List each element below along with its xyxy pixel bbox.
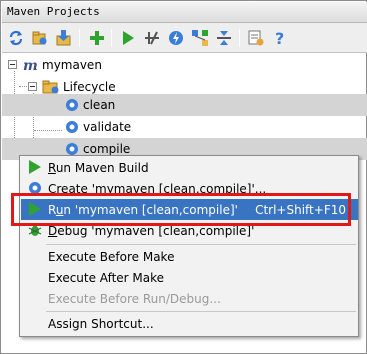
generate-sources-icon (32, 31, 47, 45)
menu-item-label: Execute Before Make (48, 250, 175, 264)
run-icon (123, 31, 134, 45)
gear-icon (66, 121, 78, 133)
menu-item-assign-shortcut[interactable]: Assign Shortcut... (21, 313, 358, 334)
menu-item-label: Assign Shortcut... (48, 317, 154, 331)
settings-icon (248, 30, 264, 46)
tree-node-project[interactable]: m mymaven (2, 54, 367, 76)
tree-node-goal[interactable]: clean (2, 94, 367, 116)
show-dependencies-button[interactable] (189, 27, 211, 49)
svg-text:?: ? (275, 29, 284, 47)
reimport-icon (9, 30, 23, 46)
menu-item-label: Execute After Make (48, 271, 165, 285)
goal-label: validate (83, 120, 132, 134)
reimport-button[interactable] (5, 27, 27, 49)
menu-item-label: Debug 'mymaven [clean,compile]' (48, 224, 255, 238)
collapse-toggle[interactable] (28, 82, 37, 91)
context-menu: Run Maven Build Create 'mymaven [clean,c… (19, 155, 359, 337)
menu-item-create-config[interactable]: Create 'mymaven [clean,compile]'... (21, 178, 358, 199)
menu-item-run-maven-build[interactable]: Run Maven Build (21, 157, 358, 178)
download-icon (56, 30, 71, 46)
help-button[interactable]: ? (269, 27, 291, 49)
show-dependencies-icon (192, 30, 208, 46)
add-project-button[interactable] (86, 27, 108, 49)
download-sources-button[interactable] (53, 27, 75, 49)
menu-item-label: Create 'mymaven [clean,compile]'... (48, 182, 267, 196)
menu-item-debug-config[interactable]: Debug 'mymaven [clean,compile]' (21, 220, 358, 241)
menu-item-execute-before-make[interactable]: Execute Before Make (21, 246, 358, 267)
gear-icon (29, 182, 41, 194)
tree-node-goal[interactable]: validate (2, 116, 367, 138)
maven-project-icon: m (23, 58, 38, 73)
menu-item-run-config[interactable]: Run 'mymaven [clean,compile]' Ctrl+Shift… (21, 199, 358, 220)
menu-item-execute-after-make[interactable]: Execute After Make (21, 267, 358, 288)
collapse-all-button[interactable] (213, 27, 235, 49)
collapse-all-icon (217, 31, 231, 45)
lifecycle-folder-icon (42, 80, 59, 94)
help-icon: ? (275, 29, 284, 47)
menu-item-execute-before-run-debug[interactable]: Execute Before Run/Debug... (21, 288, 358, 309)
generate-sources-button[interactable] (29, 27, 51, 49)
menu-item-label: Run Maven Build (48, 161, 149, 175)
toolbar-separator (239, 29, 240, 47)
skip-tests-icon (169, 31, 183, 45)
menu-item-label: Run 'mymaven [clean,compile]' (48, 203, 238, 217)
collapse-toggle[interactable] (8, 60, 17, 69)
menu-item-shortcut: Ctrl+Shift+F10 (255, 203, 346, 217)
maven-projects-panel: Maven Projects ? m mymaven Lifecycle cle… (0, 0, 367, 354)
add-icon (90, 31, 104, 45)
toolbar-separator (111, 29, 112, 47)
run-icon (29, 160, 41, 174)
menu-separator (46, 244, 356, 245)
svg-text:m: m (23, 58, 38, 73)
toggle-offline-button[interactable] (141, 27, 163, 49)
toggle-offline-icon (145, 31, 159, 45)
skip-tests-button[interactable] (165, 27, 187, 49)
settings-button[interactable] (245, 27, 267, 49)
gear-icon (66, 99, 78, 111)
project-name: mymaven (42, 58, 102, 72)
run-icon (29, 202, 41, 216)
debug-icon (28, 224, 42, 236)
menu-separator (46, 311, 356, 312)
panel-title: Maven Projects (7, 5, 100, 18)
toolbar-separator (79, 29, 80, 47)
panel-titlebar: Maven Projects (2, 2, 367, 23)
goal-label: clean (83, 98, 116, 112)
lifecycle-label: Lifecycle (63, 80, 116, 94)
run-button[interactable] (117, 27, 139, 49)
goal-label: compile (83, 142, 131, 156)
menu-item-label: Execute Before Run/Debug... (48, 292, 221, 306)
toolbar: ? (2, 23, 367, 53)
